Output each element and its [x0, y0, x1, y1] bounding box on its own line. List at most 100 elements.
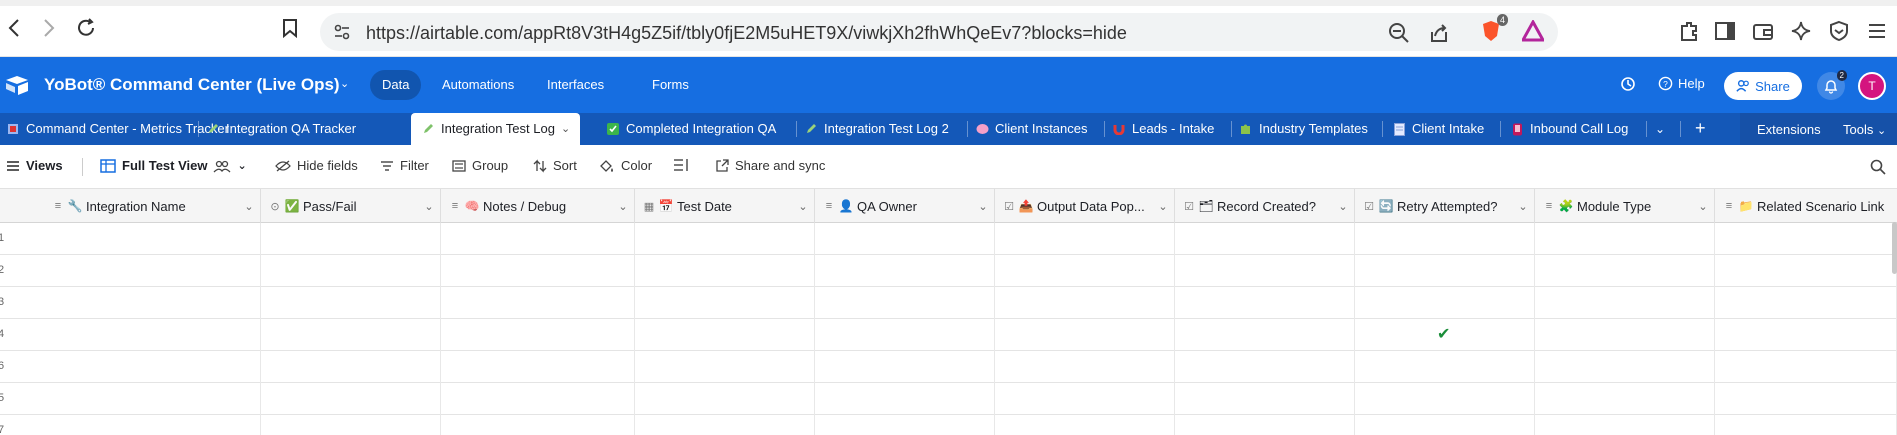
table-tab-command-center-metrics[interactable]: Command Center - Metrics Tracker — [6, 113, 229, 145]
table-cell[interactable] — [1715, 415, 1897, 435]
column-header-qa-owner[interactable]: ≡ 👤 QA Owner ⌄ — [815, 189, 995, 223]
table-cell[interactable] — [635, 287, 815, 319]
chevron-down-icon[interactable]: ⌄ — [1512, 200, 1534, 213]
table-tab-integration-qa-tracker[interactable]: Integration QA Tracker — [206, 113, 356, 145]
history-icon[interactable] — [1620, 76, 1636, 92]
table-cell[interactable] — [815, 415, 995, 435]
group-button[interactable]: Group — [452, 158, 508, 173]
table-cell[interactable] — [815, 255, 995, 287]
chevron-down-icon[interactable]: ⌄ — [1655, 122, 1665, 136]
zoom-out-icon[interactable] — [1388, 22, 1410, 47]
color-button[interactable]: Color — [599, 158, 652, 173]
table-tab-client-intake[interactable]: Client Intake — [1392, 113, 1484, 145]
share-sync-button[interactable]: Share and sync — [715, 158, 825, 173]
table-cell[interactable]: ✔ — [1355, 319, 1535, 351]
chevron-down-icon[interactable]: ⌄ — [792, 200, 814, 213]
table-cell[interactable] — [815, 351, 995, 383]
tools-button[interactable]: Tools ⌄ — [1843, 122, 1886, 137]
table-cell[interactable] — [261, 415, 441, 435]
table-row[interactable]: 3 — [0, 287, 1897, 319]
table-tab-integration-test-log-2[interactable]: Integration Test Log 2 — [804, 113, 949, 145]
view-switcher[interactable]: Full Test View ⌄ — [100, 158, 247, 173]
table-cell[interactable] — [1715, 287, 1897, 319]
forward-icon[interactable] — [35, 14, 63, 42]
share-page-icon[interactable] — [1428, 22, 1450, 47]
brave-shield-icon[interactable]: 4 — [1478, 14, 1508, 44]
vpn-icon[interactable] — [1826, 18, 1852, 44]
table-cell[interactable] — [815, 287, 995, 319]
tab-interfaces[interactable]: Interfaces — [535, 70, 616, 100]
sidebar-icon[interactable] — [1712, 18, 1738, 44]
hide-fields-button[interactable]: Hide fields — [275, 158, 358, 173]
column-header-module-type[interactable]: ≡ 🧩 Module Type ⌄ — [1535, 189, 1715, 223]
table-cell[interactable] — [261, 351, 441, 383]
column-header-output-data-populated[interactable]: ☑ 📤 Output Data Pop... ⌄ — [995, 189, 1175, 223]
filter-button[interactable]: Filter — [380, 158, 429, 173]
table-cell[interactable]: 7 — [0, 415, 261, 435]
chevron-down-icon[interactable]: ⌄ — [972, 200, 994, 213]
table-cell[interactable] — [1535, 287, 1715, 319]
table-tab-integration-test-log[interactable]: Integration Test Log ⌄ — [411, 113, 581, 145]
table-cell[interactable] — [995, 319, 1175, 351]
table-cell[interactable] — [1175, 383, 1355, 415]
table-cell[interactable] — [995, 255, 1175, 287]
chevron-down-icon[interactable]: ⌄ — [340, 77, 349, 90]
airtable-logo-icon[interactable] — [5, 75, 29, 98]
table-cell[interactable]: 3 — [0, 287, 261, 319]
table-cell[interactable] — [635, 255, 815, 287]
table-row[interactable]: 7 — [0, 415, 1897, 435]
table-tab-client-instances[interactable]: Client Instances — [975, 113, 1088, 145]
tab-forms[interactable]: Forms — [640, 70, 701, 100]
table-cell[interactable] — [995, 383, 1175, 415]
search-icon[interactable] — [1870, 159, 1886, 178]
table-tab-leads-intake[interactable]: Leads - Intake — [1112, 113, 1214, 145]
table-cell[interactable]: 4 — [0, 319, 261, 351]
address-bar[interactable]: https://airtable.com/appRt8V3tH4g5Z5if/t… — [320, 13, 1558, 51]
tab-data[interactable]: Data — [370, 70, 422, 100]
column-header-related-scenario-link[interactable]: ≡ 📁 Related Scenario Link — [1715, 189, 1897, 223]
column-header-pass-fail[interactable]: ⊙ ✅ Pass/Fail ⌄ — [261, 189, 441, 223]
table-cell[interactable] — [1355, 223, 1535, 255]
table-cell[interactable] — [261, 287, 441, 319]
table-cell[interactable] — [635, 319, 815, 351]
column-header-record-created[interactable]: ☑ 🗂 Record Created? ⌄ — [1175, 189, 1355, 223]
column-header-integration-name[interactable]: ≡ 🔧 Integration Name ⌄ — [0, 189, 261, 223]
add-table-icon[interactable]: + — [1695, 118, 1706, 139]
table-cell[interactable] — [1355, 415, 1535, 435]
extensions-button[interactable]: Extensions — [1757, 122, 1821, 137]
help-button[interactable]: ? Help — [1658, 76, 1705, 91]
table-cell[interactable] — [1535, 415, 1715, 435]
sort-button[interactable]: Sort — [533, 158, 577, 173]
site-settings-icon[interactable] — [333, 23, 351, 44]
table-row[interactable]: 4 ✔ — [0, 319, 1897, 351]
table-cell[interactable] — [261, 255, 441, 287]
table-cell[interactable] — [1715, 255, 1897, 287]
table-cell[interactable] — [635, 415, 815, 435]
column-header-test-date[interactable]: ▦ 📅 Test Date ⌄ — [635, 189, 815, 223]
table-cell[interactable]: 1 — [0, 223, 261, 255]
table-cell[interactable] — [1535, 255, 1715, 287]
table-cell[interactable] — [635, 383, 815, 415]
table-cell[interactable] — [635, 223, 815, 255]
table-cell[interactable] — [1355, 351, 1535, 383]
table-cell[interactable]: 2 — [0, 255, 261, 287]
table-row[interactable]: 2 — [0, 255, 1897, 287]
chevron-down-icon[interactable]: ⌄ — [1152, 200, 1174, 213]
chevron-down-icon[interactable]: ⌄ — [1332, 200, 1354, 213]
table-cell[interactable] — [441, 383, 635, 415]
extensions-icon[interactable] — [1676, 18, 1702, 44]
table-cell[interactable] — [635, 351, 815, 383]
table-cell[interactable] — [1175, 287, 1355, 319]
table-row[interactable]: 5 — [0, 383, 1897, 415]
views-toggle[interactable]: Views — [6, 158, 63, 173]
column-header-notes-debug[interactable]: ≡ 🧠 Notes / Debug ⌄ — [441, 189, 635, 223]
table-cell[interactable] — [261, 383, 441, 415]
table-cell[interactable]: 6 — [0, 351, 261, 383]
table-cell[interactable] — [1175, 351, 1355, 383]
chevron-down-icon[interactable]: ⌄ — [418, 200, 440, 213]
table-tab-inbound-call-log[interactable]: Inbound Call Log — [1510, 113, 1628, 145]
table-cell[interactable] — [1355, 287, 1535, 319]
table-cell[interactable] — [441, 287, 635, 319]
check-icon[interactable]: ✔ — [1437, 324, 1450, 344]
table-cell[interactable] — [1715, 319, 1897, 351]
